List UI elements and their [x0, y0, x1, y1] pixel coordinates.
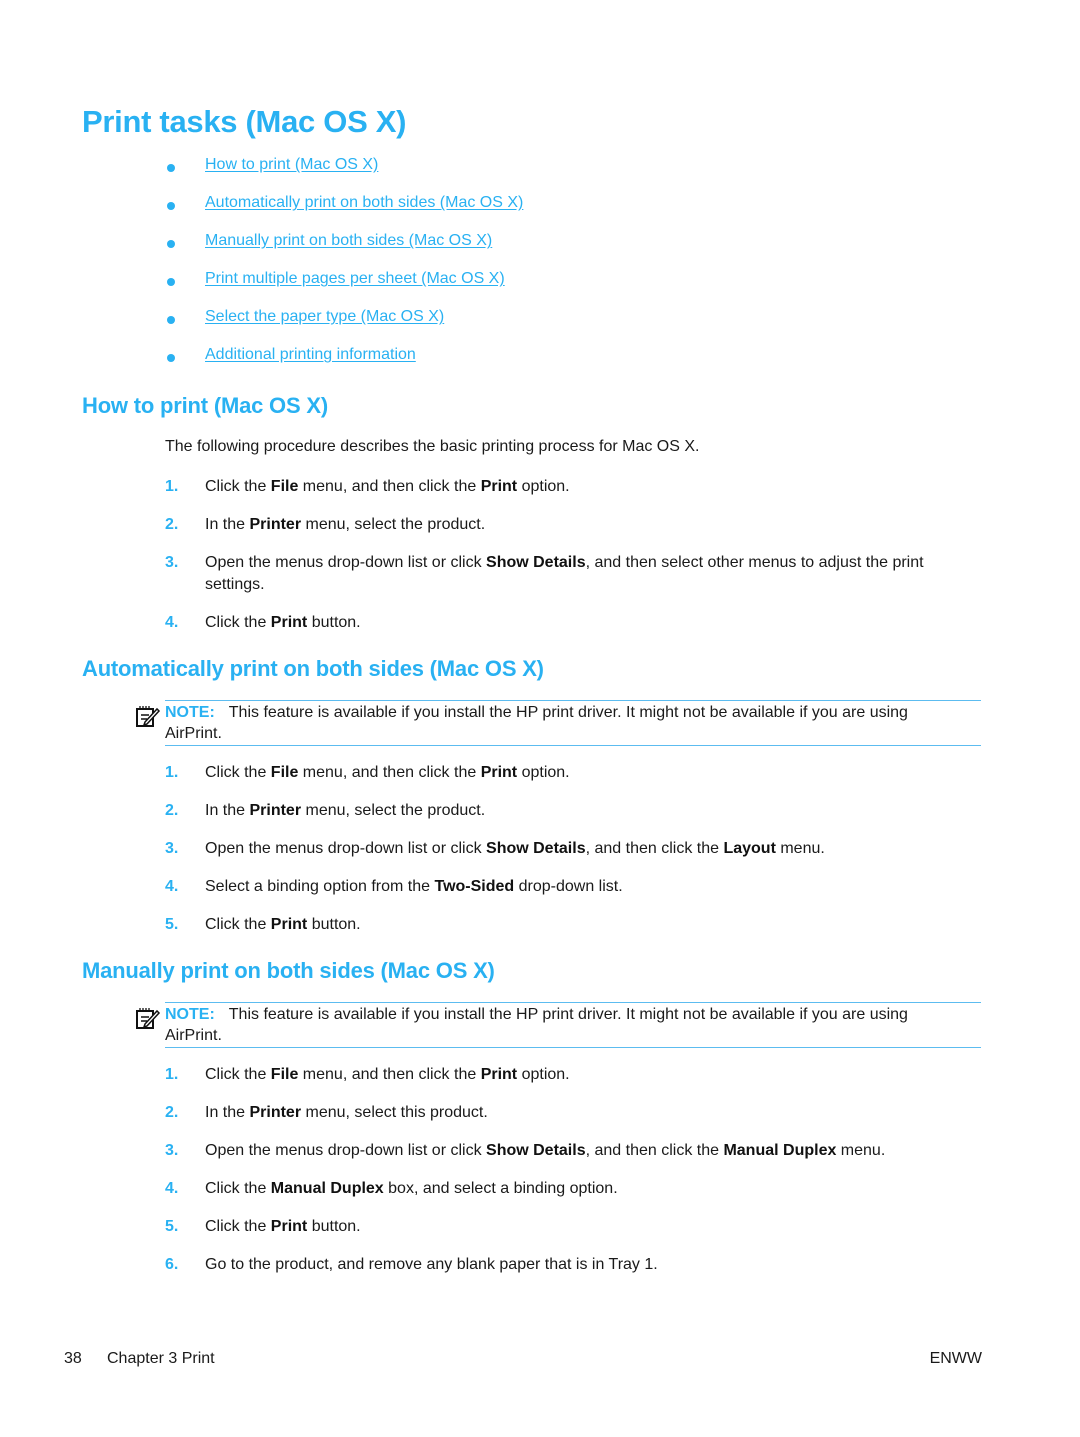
step-number: 6. — [165, 1256, 179, 1273]
chapter-label: Chapter 3 Print — [107, 1350, 215, 1367]
ui-term: Print — [480, 478, 518, 495]
note-text: This feature is available if you install… — [165, 704, 908, 742]
ui-term: File — [270, 1066, 299, 1083]
step-text: In the Printer menu, select the product. — [205, 802, 486, 819]
page-number: 38 — [64, 1350, 82, 1367]
bullet-icon — [167, 240, 175, 248]
ui-term: Printer — [249, 1104, 302, 1121]
bullet-icon — [167, 164, 175, 172]
toc-link-paper-type[interactable]: Select the paper type (Mac OS X) — [205, 308, 444, 326]
step-text: Click the Manual Duplex box, and select … — [205, 1180, 618, 1197]
bullet-icon — [167, 354, 175, 362]
step-number: 4. — [165, 878, 179, 895]
ui-term: Show Details — [486, 1142, 586, 1159]
step-number: 2. — [165, 516, 179, 533]
step-number: 1. — [165, 764, 179, 781]
step-number: 3. — [165, 554, 179, 571]
step-text: Click the File menu, and then click the … — [205, 764, 570, 781]
step-number: 4. — [165, 1180, 179, 1197]
note-box: NOTE: This feature is available if you in… — [136, 700, 981, 746]
bullet-icon — [167, 278, 175, 286]
note-pencil-icon — [136, 1008, 161, 1029]
ui-term: Printer — [249, 516, 302, 533]
ui-term: Print — [270, 1218, 308, 1235]
toc-link-auto-duplex[interactable]: Automatically print on both sides (Mac O… — [205, 194, 523, 212]
section-heading-auto-duplex: Automatically print on both sides (Mac O… — [82, 656, 544, 681]
note-label: NOTE: — [165, 704, 215, 721]
ui-term: Print — [270, 916, 308, 933]
step-text: Select a binding option from the Two-Sid… — [205, 878, 623, 895]
step-number: 2. — [165, 802, 179, 819]
step-text: Click the Print button. — [205, 614, 361, 631]
ui-term: Print — [480, 764, 518, 781]
section-intro: The following procedure describes the ba… — [165, 438, 700, 455]
step-number: 5. — [165, 916, 179, 933]
bullet-icon — [167, 202, 175, 210]
step-text: Click the File menu, and then click the … — [205, 478, 570, 495]
ui-term: Manual Duplex — [723, 1142, 837, 1159]
note-body: NOTE: This feature is available if you in… — [165, 1004, 965, 1046]
step-number: 3. — [165, 1142, 179, 1159]
note-body: NOTE: This feature is available if you in… — [165, 702, 965, 744]
page-title: Print tasks (Mac OS X) — [82, 104, 407, 139]
toc-link-additional-info[interactable]: Additional printing information — [205, 346, 416, 364]
step-text: Open the menus drop-down list or click S… — [205, 1142, 886, 1159]
ui-term: Two-Sided — [434, 878, 515, 895]
toc-link-manual-duplex[interactable]: Manually print on both sides (Mac OS X) — [205, 232, 492, 250]
ui-term: Manual Duplex — [270, 1180, 384, 1197]
note-box: NOTE: This feature is available if you in… — [136, 1002, 981, 1048]
ui-term: Show Details — [486, 554, 586, 571]
locale-code: ENWW — [929, 1350, 982, 1367]
ui-term: File — [270, 764, 299, 781]
ui-term: Show Details — [486, 840, 586, 857]
ui-term: Printer — [249, 802, 302, 819]
step-number: 1. — [165, 478, 179, 495]
step-number: 5. — [165, 1218, 179, 1235]
ui-term: File — [270, 478, 299, 495]
toc-link-how-to-print[interactable]: How to print (Mac OS X) — [205, 156, 378, 174]
ui-term: Print — [270, 614, 308, 631]
toc-link-multiple-pages[interactable]: Print multiple pages per sheet (Mac OS X… — [205, 270, 505, 288]
step-text: Open the menus drop-down list or click S… — [205, 840, 825, 857]
bullet-icon — [167, 316, 175, 324]
step-text: Click the Print button. — [205, 916, 361, 933]
step-number: 1. — [165, 1066, 179, 1083]
step-number: 4. — [165, 614, 179, 631]
note-text: This feature is available if you install… — [165, 1006, 908, 1044]
step-number: 3. — [165, 840, 179, 857]
section-heading-how-to-print: How to print (Mac OS X) — [82, 393, 328, 418]
step-text: Go to the product, and remove any blank … — [205, 1256, 658, 1273]
note-label: NOTE: — [165, 1006, 215, 1023]
step-text: In the Printer menu, select the product. — [205, 516, 486, 533]
ui-term: Layout — [723, 840, 776, 857]
step-text: Open the menus drop-down list or click S… — [205, 554, 924, 593]
step-text: In the Printer menu, select this product… — [205, 1104, 488, 1121]
ui-term: Print — [480, 1066, 518, 1083]
section-heading-manual-duplex: Manually print on both sides (Mac OS X) — [82, 958, 495, 983]
note-pencil-icon — [136, 706, 161, 727]
step-text: Click the Print button. — [205, 1218, 361, 1235]
step-text: Click the File menu, and then click the … — [205, 1066, 570, 1083]
step-number: 2. — [165, 1104, 179, 1121]
